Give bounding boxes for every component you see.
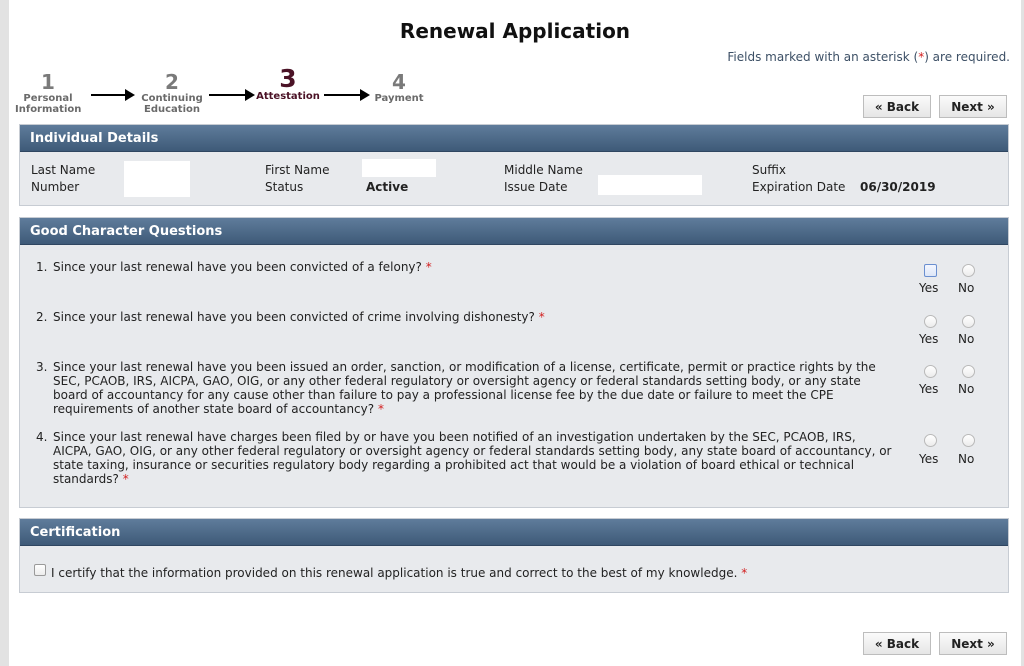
step-arrow — [209, 89, 255, 101]
issue-date-value — [598, 175, 702, 195]
last-name-number-value — [124, 161, 190, 197]
first-name-value — [362, 159, 436, 177]
expiration-date-value: 06/30/2019 — [860, 180, 936, 194]
page: Renewal Application Fields marked with a… — [9, 0, 1021, 666]
q1-no-radio[interactable] — [962, 264, 975, 277]
q3-yes-radio[interactable] — [924, 365, 937, 378]
certification-text: I certify that the information provided … — [51, 566, 748, 580]
step-arrow — [91, 89, 135, 101]
first-name-label: First Name — [265, 163, 330, 177]
middle-name-label: Middle Name — [504, 163, 583, 177]
status-label: Status — [265, 180, 304, 194]
individual-details-header: Individual Details — [20, 125, 1008, 152]
q3-yes-label: Yes — [919, 382, 939, 396]
q4-no-radio[interactable] — [962, 434, 975, 447]
q3-no-radio[interactable] — [962, 365, 975, 378]
back-button[interactable]: « Back — [863, 95, 931, 118]
issue-date-label: Issue Date — [504, 180, 568, 194]
step-attestation: 3 Attestation — [256, 64, 320, 102]
q1-yes-radio[interactable] — [924, 264, 937, 277]
q4-yes-radio[interactable] — [924, 434, 937, 447]
individual-details-panel: Individual Details Last Name Number Firs… — [19, 124, 1009, 206]
q1-no-label: No — [958, 281, 975, 295]
next-button[interactable]: Next » — [939, 95, 1007, 118]
back-button-bottom[interactable]: « Back — [863, 632, 931, 655]
last-name-label: Last Name — [31, 163, 96, 177]
certification-header: Certification — [20, 519, 1008, 546]
question-2: 2. Since your last renewal have you been… — [36, 310, 545, 324]
good-character-panel: Good Character Questions 1. Since your l… — [19, 217, 1009, 508]
number-label: Number — [31, 180, 80, 194]
page-title: Renewal Application — [399, 19, 631, 43]
certify-checkbox[interactable] — [34, 564, 46, 576]
q1-yes-label: Yes — [919, 281, 939, 295]
q2-yes-radio[interactable] — [924, 315, 937, 328]
step-payment[interactable]: 4 Payment — [367, 71, 431, 104]
question-1: 1. Since your last renewal have you been… — [36, 260, 432, 274]
step-continuing-education[interactable]: 2 Continuing Education — [137, 71, 207, 115]
q2-no-radio[interactable] — [962, 315, 975, 328]
expiration-date-label: Expiration Date — [752, 180, 846, 194]
step-arrow — [324, 89, 370, 101]
status-value: Active — [366, 180, 409, 194]
question-3: 3. Since your last renewal have you been… — [36, 360, 876, 416]
required-fields-note: Fields marked with an asterisk (*) are r… — [727, 50, 1010, 64]
q2-no-label: No — [958, 332, 975, 346]
next-button-bottom[interactable]: Next » — [939, 632, 1007, 655]
suffix-label: Suffix — [752, 163, 786, 177]
q4-no-label: No — [958, 452, 975, 466]
q2-yes-label: Yes — [919, 332, 939, 346]
good-character-header: Good Character Questions — [20, 218, 1008, 245]
step-progress: 1 Personal Information 2 Continuing Educ… — [9, 64, 469, 124]
certification-panel: Certification I certify that the informa… — [19, 518, 1009, 593]
q3-no-label: No — [958, 382, 975, 396]
q4-yes-label: Yes — [919, 452, 939, 466]
question-4: 4. Since your last renewal have charges … — [36, 430, 892, 486]
step-personal-information[interactable]: 1 Personal Information — [15, 71, 81, 115]
